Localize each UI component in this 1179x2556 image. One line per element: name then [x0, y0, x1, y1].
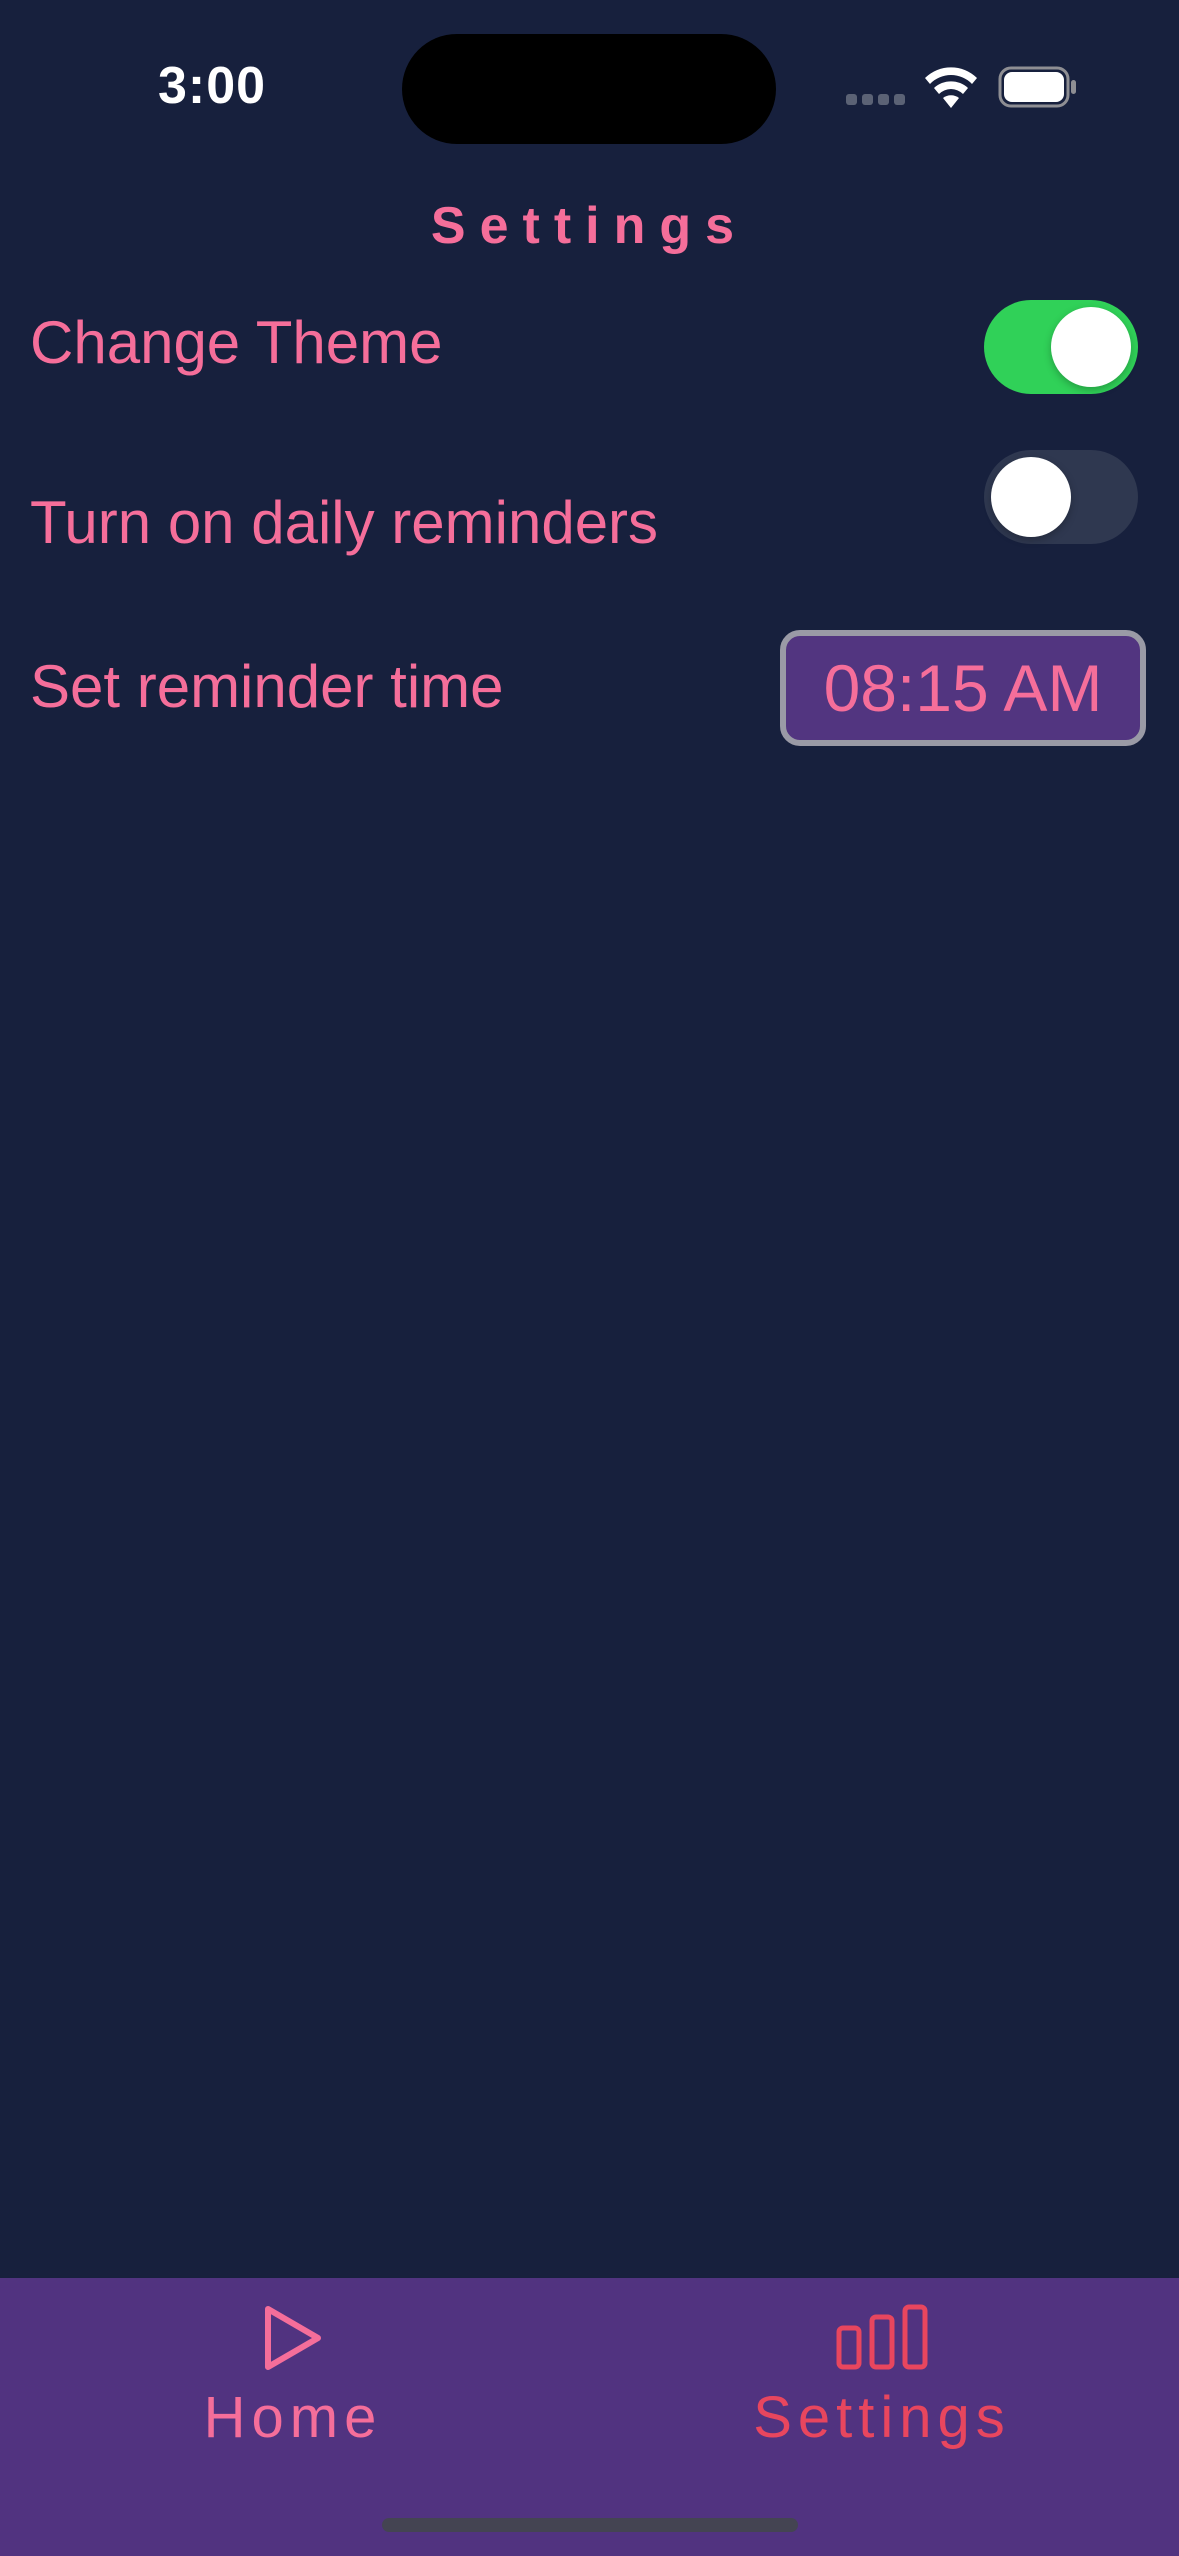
home-indicator[interactable] — [382, 2518, 798, 2532]
status-bar: 3:00 — [0, 0, 1179, 176]
tab-settings[interactable]: Settings — [682, 2278, 1082, 2478]
page-title: Settings — [430, 197, 749, 255]
toggle-knob — [991, 457, 1071, 537]
wifi-icon — [925, 67, 977, 108]
daily-reminders-toggle[interactable] — [984, 450, 1138, 544]
tab-home[interactable]: Home — [93, 2278, 493, 2478]
reminder-time-label: Set reminder time — [30, 653, 504, 720]
bar-chart-icon — [836, 2304, 928, 2370]
dynamic-island — [402, 34, 776, 144]
reminder-time-picker[interactable]: 08:15 AM — [780, 630, 1146, 746]
toggle-knob — [1051, 307, 1131, 387]
battery-icon — [998, 66, 1076, 108]
daily-reminders-label: Turn on daily reminders — [30, 489, 659, 556]
change-theme-label: Change Theme — [30, 309, 443, 376]
play-icon — [265, 2306, 321, 2370]
tab-home-label: Home — [203, 2385, 383, 2450]
signal-icon — [846, 94, 906, 108]
tab-settings-label: Settings — [753, 2385, 1011, 2450]
status-time: 3:00 — [158, 57, 267, 115]
tab-bar: Home Settings — [0, 2278, 1179, 2556]
change-theme-toggle[interactable] — [984, 300, 1138, 394]
